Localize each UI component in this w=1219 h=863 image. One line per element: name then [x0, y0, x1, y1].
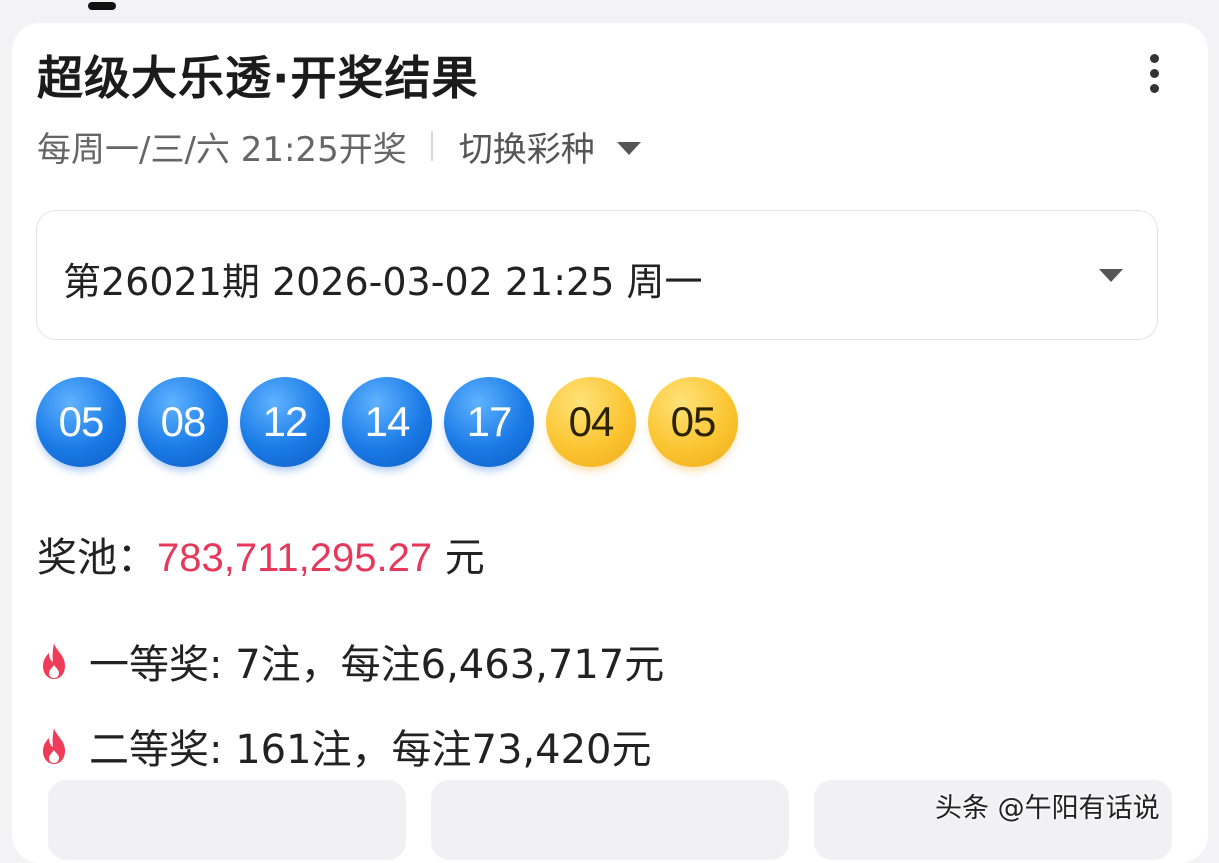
back-ball: 04	[546, 377, 636, 467]
status-bar-pill	[88, 2, 116, 10]
pool-label: 奖池：	[37, 535, 157, 581]
more-options-button[interactable]	[1136, 50, 1172, 96]
caret-down-icon	[616, 141, 641, 155]
divider	[430, 131, 433, 161]
pool-amount: 783,711,295.27	[157, 536, 433, 580]
front-ball: 17	[444, 377, 534, 467]
jackpot-pool: 奖池：783,711,295.27 元	[37, 525, 485, 583]
fire-icon	[43, 728, 65, 764]
more-dots-icon	[1150, 84, 1159, 93]
issue-selector[interactable]: 第26021期 2026-03-02 21:25 周一	[36, 210, 1158, 340]
watermark: 头条 @午阳有话说	[935, 793, 1160, 824]
back-ball: 05	[648, 377, 738, 467]
first-prize-text: 一等奖: 7注，每注6,463,717元	[89, 642, 665, 688]
fire-icon	[43, 643, 65, 679]
caret-down-icon	[1099, 269, 1123, 282]
more-dots-icon	[1150, 69, 1159, 78]
bottom-action-button-1[interactable]	[48, 780, 406, 860]
front-ball: 12	[240, 377, 330, 467]
second-prize-text: 二等奖: 161注，每注73,420元	[89, 727, 652, 773]
more-dots-icon	[1150, 54, 1159, 63]
switch-lottery-button[interactable]: 切换彩种	[459, 122, 641, 171]
issue-label: 第26021期 2026-03-02 21:25 周一	[63, 260, 703, 304]
front-ball: 08	[138, 377, 228, 467]
bottom-action-button-2[interactable]	[431, 780, 789, 860]
draw-schedule: 每周一/三/六 21:25开奖	[37, 129, 407, 170]
subtitle-row: 每周一/三/六 21:25开奖 切换彩种	[37, 125, 641, 170]
second-prize: 二等奖: 161注，每注73,420元	[37, 717, 652, 775]
pool-unit: 元	[444, 535, 485, 581]
front-ball: 05	[36, 377, 126, 467]
switch-lottery-label: 切换彩种	[458, 129, 595, 170]
page-title: 超级大乐透·开奖结果	[37, 51, 479, 105]
front-ball: 14	[342, 377, 432, 467]
first-prize: 一等奖: 7注，每注6,463,717元	[37, 632, 664, 690]
